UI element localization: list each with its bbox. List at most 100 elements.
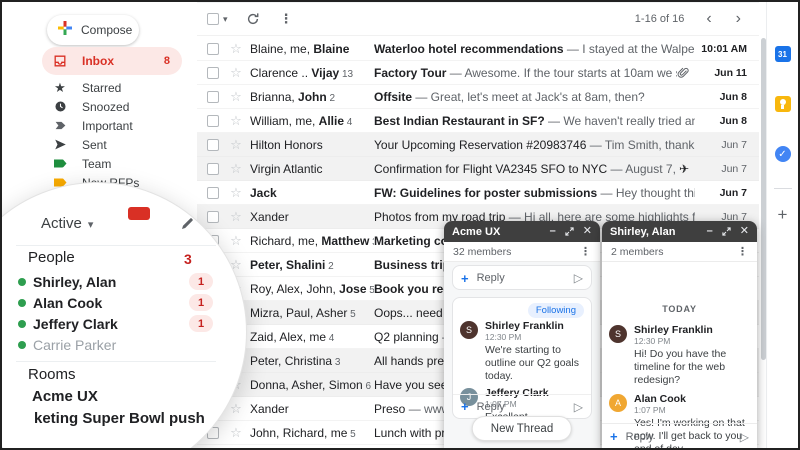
room-menu-icon[interactable]: ⋮ [580,245,591,258]
send-icon[interactable]: ▷ [574,400,583,414]
close-icon[interactable]: ✕ [740,226,749,237]
sidebar-item-important[interactable]: Important [42,116,182,135]
email-row[interactable]: ☆ Brianna, John 2 Offsite — Great, let's m… [197,85,759,109]
rooms-header: Rooms [28,366,76,383]
presence-dot-icon [18,298,26,307]
list-toolbar: ▾ ⋮ 1-16 of 16 ‹ › [197,3,759,36]
row-checkbox[interactable] [207,162,219,175]
minimize-icon[interactable]: – [707,226,713,237]
sender-names: Richard, me, Matthew 3 [250,233,374,248]
add-addon-icon[interactable]: + [778,205,788,225]
email-row[interactable]: ☆ Blaine, me, Blaine Waterloo hotel recomm… [197,37,759,61]
keep-icon[interactable] [774,96,791,112]
row-checkbox[interactable] [207,186,219,199]
star-icon[interactable]: ☆ [228,113,244,129]
row-checkbox[interactable] [207,210,219,223]
sender-names: Clarence .. Vijay 13 [250,65,354,80]
gmail-window: Compose Inbox 8 ★ Starred Snoozed Important Se… [0,0,800,450]
chat-window-shirley-alan: Shirley, Alan – ✕ 2 members ⋮ TODAY S Shi… [602,221,757,448]
star-icon[interactable]: ☆ [228,209,244,225]
email-row[interactable]: ☆ Virgin Atlantic Confirmation for Flight … [197,157,759,181]
star-icon[interactable]: ☆ [228,89,244,105]
star-icon[interactable]: ☆ [228,41,244,57]
people-item[interactable]: Carrie Parker [18,334,213,355]
more-options-icon[interactable]: ⋮ [280,11,293,27]
sidebar-item-label: Sent [82,137,107,152]
email-row[interactable]: ☆ Hilton Honors Your Upcoming Reservation … [197,133,759,157]
people-item[interactable]: Shirley, Alan 1 [18,271,213,292]
newer-page-icon[interactable]: ‹ [702,11,715,27]
unread-badge: 1 [189,315,213,332]
sender-names: Mizra, Paul, Asher 5 [250,305,356,320]
email-row[interactable]: ☆ Jack FW: Guidelines for poster submissio… [197,181,759,205]
expand-icon[interactable] [565,227,574,236]
star-icon[interactable]: ☆ [228,161,244,177]
row-checkbox[interactable] [207,66,219,79]
sidebar-item-team[interactable]: Team [42,154,182,173]
sidebar-item-snoozed[interactable]: Snoozed [42,97,182,116]
older-page-icon[interactable]: › [732,11,745,27]
row-checkbox[interactable] [207,90,219,103]
google-plus-icon [57,20,73,41]
sidebar-item-sent[interactable]: Sent [42,135,182,154]
refresh-icon[interactable] [246,12,260,26]
select-dropdown-icon[interactable]: ▾ [223,14,228,25]
tasks-icon[interactable]: ✓ [774,146,791,162]
reply-input[interactable]: + Reply ▷ [453,394,591,418]
date-label: Jun 8 [719,90,747,103]
room-body: + Reply ▷ Following S Shirley Franklin 12:… [444,262,600,448]
row-checkbox[interactable] [207,138,219,151]
chat-menu-icon[interactable]: ⋮ [737,245,748,258]
calendar-icon[interactable]: 31 [774,46,791,62]
star-icon[interactable]: ☆ [228,65,244,81]
new-thread-label: New Thread [490,422,554,435]
members-bar: 2 members ⋮ [602,242,757,262]
chat-window-header[interactable]: Shirley, Alan – ✕ [602,221,757,242]
new-chat-icon[interactable] [181,217,193,235]
date-label: 10:01 AM [701,42,747,55]
day-separator: TODAY [662,304,697,314]
room-item[interactable]: Acme UX [32,388,98,405]
star-icon[interactable]: ☆ [228,137,244,153]
list-scrollbar[interactable] [761,38,766,360]
send-icon[interactable]: ▷ [740,430,749,444]
select-all-checkbox[interactable] [207,13,219,25]
chat-message: S Shirley Franklin 12:30 PM Hi! Do you have… [602,324,757,387]
star-icon[interactable]: ☆ [228,425,244,441]
email-row[interactable]: ☆ William, me, Allie 4 Best Indian Restaur… [197,109,759,133]
sender-names: Peter, Christina 3 [250,353,341,368]
new-thread-button[interactable]: New Thread [471,416,573,441]
presence-dot-icon [18,319,26,328]
minimize-icon[interactable]: – [550,226,556,237]
message-time: 1:07 PM [634,405,666,415]
row-checkbox[interactable] [207,42,219,55]
thread-card: Following S Shirley Franklin 12:30 PM We're… [452,297,592,423]
people-item[interactable]: Alan Cook 1 [18,292,213,313]
date-label: Jun 7 [721,138,747,151]
star-icon[interactable]: ☆ [228,401,244,417]
send-icon[interactable]: ▷ [574,271,583,285]
rail-divider [773,188,792,189]
chat-window-title: Shirley, Alan [610,225,676,238]
email-row[interactable]: ☆ Clarence .. Vijay 13 Factory Tour — Awes… [197,61,759,85]
row-checkbox[interactable] [207,114,219,127]
sidebar-item-inbox[interactable]: Inbox 8 [42,47,182,75]
expand-icon[interactable] [722,227,731,236]
star-icon[interactable]: ☆ [228,233,244,249]
chat-status-selector[interactable]: Active ▾ [41,215,93,232]
chat-window-header[interactable]: Acme UX – ✕ [444,221,600,242]
reply-input[interactable]: + Reply ▷ [453,266,591,290]
plus-icon: + [461,270,469,286]
close-icon[interactable]: ✕ [583,226,592,237]
person-name: Jeffery Clark [33,315,118,332]
people-item[interactable]: Jeffery Clark 1 [18,313,213,334]
room-item[interactable]: keting Super Bowl push [34,410,205,427]
compose-button[interactable]: Compose [47,15,139,45]
reply-input[interactable]: + Reply ▷ [602,423,757,448]
star-icon: ★ [54,80,66,95]
chat-body: TODAY S Shirley Franklin 12:30 PM Hi! Do yo… [602,262,757,448]
sender-names: John, Richard, me 5 [250,425,356,440]
sidebar-item-starred[interactable]: ★ Starred [42,78,182,97]
star-icon[interactable]: ☆ [228,185,244,201]
label-icon [128,207,150,220]
